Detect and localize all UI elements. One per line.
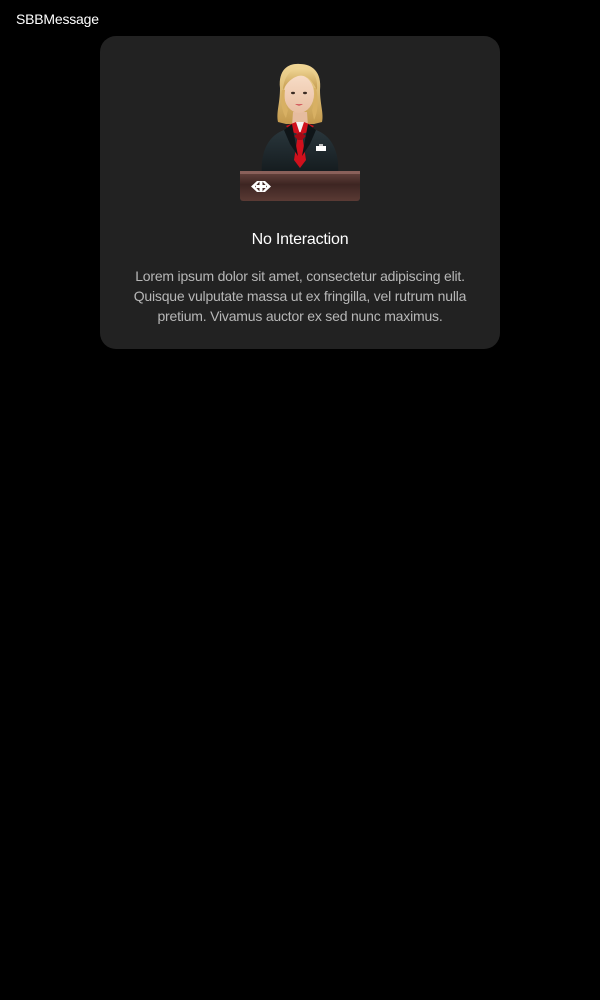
message-body: Lorem ipsum dolor sit amet, consectetur … (133, 268, 467, 324)
message-card: No Interaction Lorem ipsum dolor sit ame… (100, 36, 500, 349)
message-title: No Interaction (251, 231, 349, 248)
sbb-staff-illustration (240, 63, 360, 201)
page-title: SBBMessage (16, 11, 99, 27)
